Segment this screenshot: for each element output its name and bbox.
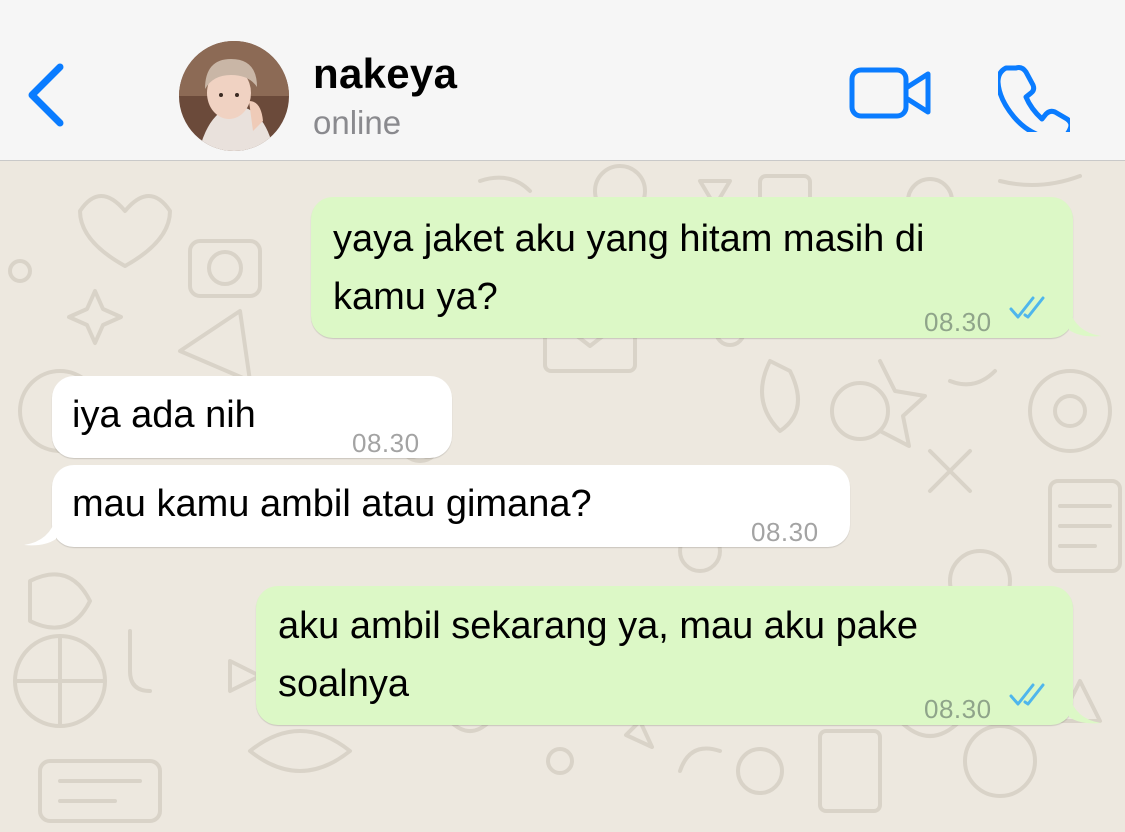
- contact-status: online: [313, 104, 402, 141]
- message-text: mau kamu ambil atau gimana?: [72, 483, 592, 525]
- contact-avatar[interactable]: [179, 41, 289, 151]
- message-text: iya ada nih: [72, 394, 256, 436]
- chat-screen: nakeya online yaya jaket aku yang hitam …: [0, 0, 1125, 832]
- message-time: 08.30: [924, 694, 992, 724]
- bubble-tail: [24, 517, 56, 546]
- phone-icon: [995, 65, 1074, 142]
- message-time: 08.30: [924, 307, 992, 337]
- message-time: 08.30: [352, 428, 420, 458]
- voice-call-button[interactable]: [995, 60, 1074, 142]
- double-check-icon: [1009, 296, 1045, 319]
- video-call-button[interactable]: [848, 62, 934, 126]
- message-bubble-outgoing[interactable]: aku ambil sekarang ya, mau aku pake soal…: [256, 586, 1101, 725]
- video-camera-icon: [849, 67, 931, 119]
- bubble-tail: [1069, 308, 1101, 337]
- avatar-photo: [179, 41, 289, 151]
- message-time: 08.30: [751, 517, 819, 547]
- message-text: aku ambil sekarang ya, mau aku pake soal…: [278, 605, 919, 705]
- message-bubble-outgoing[interactable]: yaya jaket aku yang hitam masih di kamu …: [311, 197, 1101, 338]
- chat-header: nakeya online: [0, 0, 1125, 161]
- double-check-icon: [1009, 683, 1045, 706]
- contact-name[interactable]: nakeya: [313, 50, 457, 98]
- message-bubble-incoming[interactable]: iya ada nih 08.30: [52, 376, 452, 458]
- message-bubble-incoming[interactable]: mau kamu ambil atau gimana? 08.30: [24, 465, 850, 547]
- bubble-tail: [1069, 695, 1101, 724]
- chevron-left-icon: [28, 63, 64, 127]
- message-text: yaya jaket aku yang hitam masih di kamu …: [333, 218, 925, 318]
- back-button[interactable]: [20, 55, 80, 135]
